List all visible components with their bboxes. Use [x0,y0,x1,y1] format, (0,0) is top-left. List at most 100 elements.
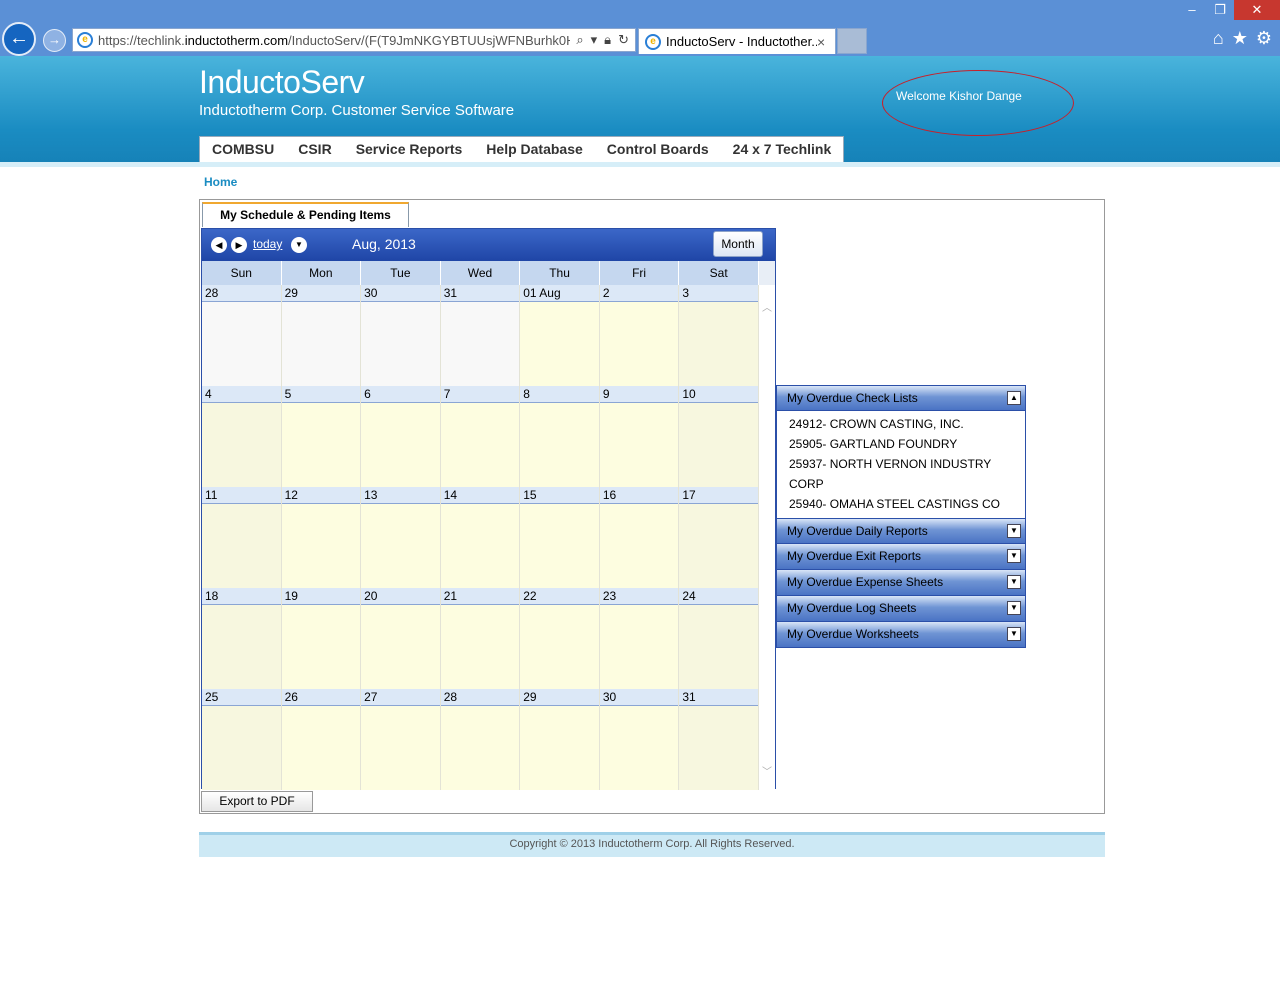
breadcrumb-home[interactable]: Home [204,175,237,189]
calendar-day[interactable]: 12 [281,487,362,588]
day-number: 30 [599,689,679,706]
tab-close-icon[interactable]: × [817,34,835,50]
calendar-day[interactable]: 13 [361,487,441,588]
calendar-day[interactable]: 18 [202,588,282,689]
section-title: My Overdue Log Sheets [787,601,917,615]
nav-csir[interactable]: CSIR [286,137,343,162]
calendar-day[interactable]: 3 [679,285,759,386]
month-view-button[interactable]: Month [713,231,763,257]
expand-icon[interactable]: ▼ [1007,524,1021,538]
expand-icon[interactable]: ▼ [1007,627,1021,641]
calendar-day[interactable]: 24 [679,588,759,689]
scroll-down-icon[interactable]: ﹀ [761,763,773,778]
calendar-day[interactable]: 25 [202,689,282,790]
calendar-day[interactable]: 15 [520,487,600,588]
calendar-day[interactable]: 31 [679,689,759,790]
brand-tagline: Inductotherm Corp. Customer Service Soft… [199,102,515,119]
calendar-day[interactable]: 28 [202,285,282,386]
expand-icon[interactable]: ▼ [1007,575,1021,589]
calendar-day[interactable]: 8 [520,386,600,487]
overdue-expense-sheets-header[interactable]: My Overdue Expense Sheets ▼ [776,570,1026,596]
minimize-icon[interactable]: – [1178,0,1206,20]
overdue-check-lists-header[interactable]: My Overdue Check Lists ▲ [776,385,1026,411]
back-icon[interactable]: ← [2,22,36,56]
calendar-day[interactable]: 26 [281,689,362,790]
calendar-day[interactable]: 9 [599,386,680,487]
search-icon[interactable]: ⌕ [576,32,583,48]
calendar-week: 4 5 6 7 8 9 10 [202,386,759,487]
nav-combsu[interactable]: COMBSU [200,137,286,162]
calendar-day[interactable]: 28 [440,689,521,790]
scroll-up-icon[interactable]: ︿ [761,299,773,314]
star-icon[interactable]: ★ [1232,28,1248,49]
calendar-day[interactable]: 17 [679,487,759,588]
tab-schedule[interactable]: My Schedule & Pending Items [202,202,409,227]
refresh-icon[interactable]: ↻ [618,32,629,48]
calendar-scrollbar[interactable]: ︿ ﹀ [759,285,775,789]
calendar-day[interactable]: 6 [361,386,441,487]
list-item[interactable]: 25940- OMAHA STEEL CASTINGS CO [789,494,1025,514]
calendar-day[interactable]: 16 [599,487,680,588]
next-month-icon[interactable]: ▶ [231,237,247,253]
expand-icon[interactable]: ▼ [1007,601,1021,615]
forward-icon[interactable]: → [43,29,66,52]
expand-icon[interactable]: ▼ [1007,549,1021,563]
browser-tab[interactable]: e InductoServ - Inductother... × [638,28,836,54]
address-bar[interactable]: e https://techlink.inductotherm.com/Indu… [72,28,636,52]
calendar-day[interactable]: 21 [440,588,521,689]
today-link[interactable]: today [253,237,282,251]
collapse-icon[interactable]: ▲ [1007,391,1021,405]
day-number: 21 [440,588,520,605]
calendar-day[interactable]: 20 [361,588,441,689]
calendar-day[interactable]: 5 [281,386,362,487]
calendar-day[interactable]: 19 [281,588,362,689]
overdue-worksheets-header[interactable]: My Overdue Worksheets ▼ [776,622,1026,648]
dow-label: Tue [361,261,441,285]
chevron-down-icon[interactable]: ▼ [291,237,307,253]
calendar-day[interactable]: 29 [281,285,362,386]
url-text[interactable]: https://techlink.inductotherm.com/Induct… [98,33,570,48]
day-number: 3 [679,285,758,302]
restore-icon[interactable]: ❐ [1206,0,1234,20]
overdue-daily-reports-header[interactable]: My Overdue Daily Reports ▼ [776,518,1026,544]
calendar-day[interactable]: 4 [202,386,282,487]
lock-icon[interactable]: 🔒︎ [604,32,611,48]
calendar-day[interactable]: 31 [440,285,521,386]
calendar-day[interactable]: 7 [440,386,521,487]
calendar-day[interactable]: 27 [361,689,441,790]
day-number: 31 [440,285,520,302]
day-number: 13 [361,487,440,504]
nav-help-database[interactable]: Help Database [474,137,594,162]
calendar-day[interactable]: 10 [679,386,759,487]
day-number: 11 [202,487,281,504]
calendar-day[interactable]: 23 [599,588,680,689]
calendar-week: 18 19 20 21 22 23 24 [202,588,759,689]
list-item[interactable]: 25905- GARTLAND FOUNDRY [789,434,1025,454]
calendar-day[interactable]: 30 [361,285,441,386]
dropdown-icon[interactable]: ▾ [591,32,598,48]
home-icon[interactable]: ⌂ [1213,28,1224,49]
prev-month-icon[interactable]: ◀ [211,237,227,253]
calendar-day[interactable]: 14 [440,487,521,588]
list-item[interactable]: 24912- CROWN CASTING, INC. [789,414,1025,434]
calendar-day[interactable]: 30 [599,689,680,790]
export-pdf-button[interactable]: Export to PDF [201,791,313,812]
day-number: 01 Aug [520,285,599,302]
calendar-day[interactable]: 11 [202,487,282,588]
close-window-icon[interactable]: ✕ [1234,0,1280,20]
nav-service-reports[interactable]: Service Reports [344,137,475,162]
new-tab-button[interactable] [837,28,867,54]
dow-label: Fri [600,261,680,285]
day-number: 16 [599,487,679,504]
gear-icon[interactable]: ⚙ [1256,28,1272,49]
list-item[interactable]: 25937- NORTH VERNON INDUSTRY CORP [789,454,1025,494]
overdue-exit-reports-header[interactable]: My Overdue Exit Reports ▼ [776,544,1026,570]
calendar-day[interactable]: 29 [520,689,600,790]
overdue-log-sheets-header[interactable]: My Overdue Log Sheets ▼ [776,596,1026,622]
nav-techlink[interactable]: 24 x 7 Techlink [721,137,844,162]
dow-label: Thu [520,261,600,285]
calendar-day[interactable]: 2 [599,285,680,386]
nav-control-boards[interactable]: Control Boards [595,137,721,162]
calendar-day[interactable]: 01 Aug [520,285,600,386]
calendar-day[interactable]: 22 [520,588,600,689]
